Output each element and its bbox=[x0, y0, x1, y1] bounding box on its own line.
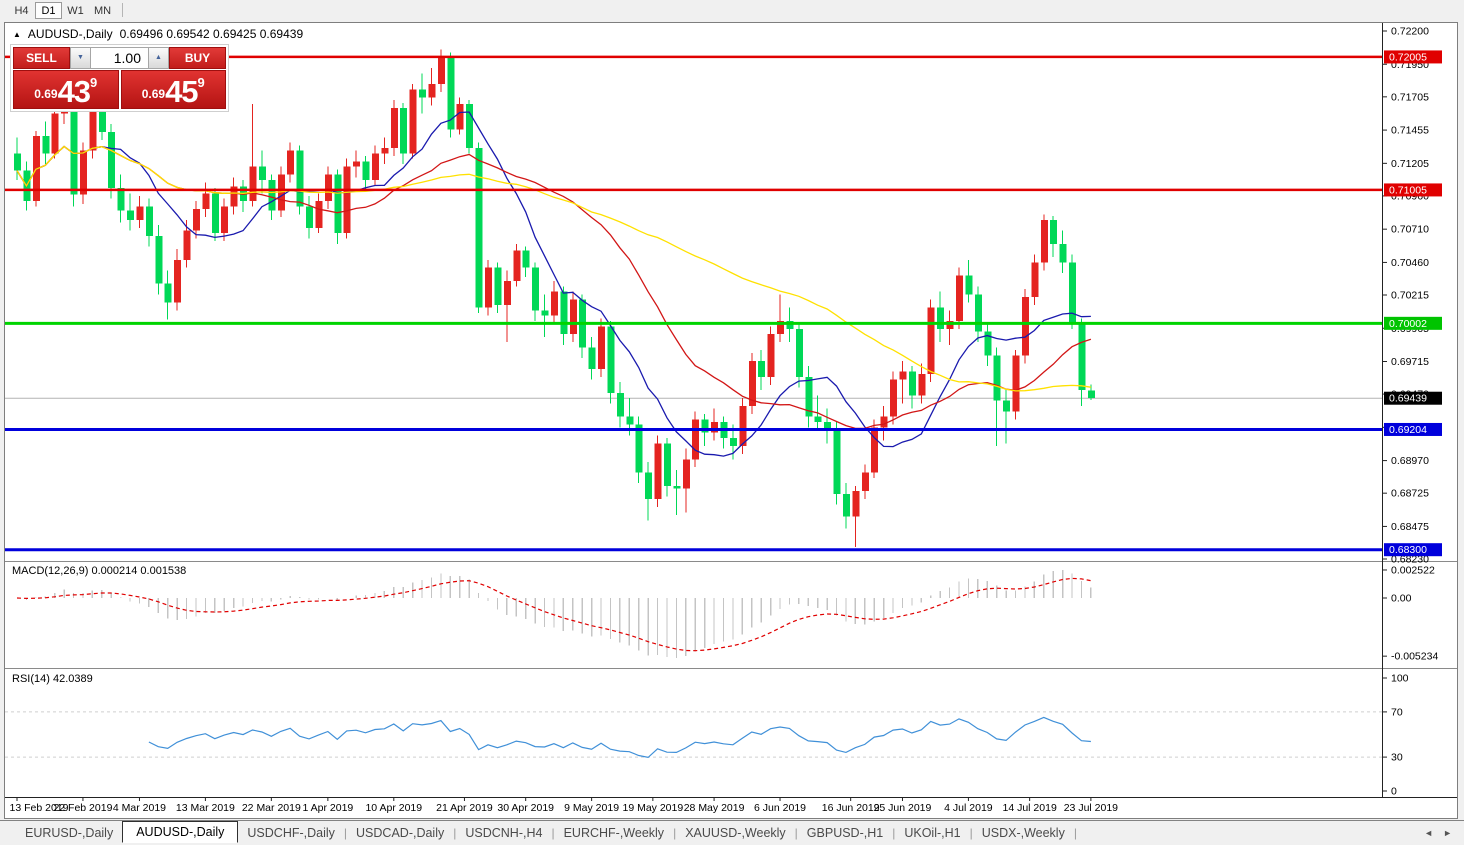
sell-price-button[interactable]: 0.69 43 9 bbox=[13, 70, 119, 109]
svg-text:25 Jun 2019: 25 Jun 2019 bbox=[874, 802, 932, 814]
svg-text:10 Apr 2019: 10 Apr 2019 bbox=[365, 802, 422, 814]
svg-text:0.68725: 0.68725 bbox=[1391, 488, 1429, 500]
buy-price-button[interactable]: 0.69 45 9 bbox=[121, 70, 227, 109]
sell-button[interactable]: SELL bbox=[13, 47, 70, 69]
chart-tab[interactable]: USDCAD-,Daily bbox=[347, 823, 453, 843]
rsi-indicator-label: RSI(14) 42.0389 bbox=[12, 673, 93, 685]
svg-text:30 Apr 2019: 30 Apr 2019 bbox=[497, 802, 554, 814]
sell-price-main: 43 bbox=[58, 78, 90, 105]
toolbar-separator bbox=[122, 3, 123, 17]
svg-text:22 Feb 2019: 22 Feb 2019 bbox=[53, 802, 112, 814]
chart-tab[interactable]: USDX-,Weekly bbox=[973, 823, 1074, 843]
svg-text:100: 100 bbox=[1391, 673, 1409, 685]
pane-dividers[interactable] bbox=[5, 23, 1457, 798]
svg-text:22 Mar 2019: 22 Mar 2019 bbox=[242, 802, 301, 814]
svg-text:0: 0 bbox=[1391, 786, 1397, 798]
chart-tab[interactable]: GBPUSD-,H1 bbox=[798, 823, 892, 843]
chart-tab[interactable]: UKOil-,H1 bbox=[895, 823, 969, 843]
svg-text:28 May 2019: 28 May 2019 bbox=[684, 802, 745, 814]
macd-histogram bbox=[17, 570, 1091, 658]
chart-tabs-bar: EURUSD-,DailyAUDUSD-,DailyUSDCHF-,Daily |… bbox=[0, 820, 1464, 845]
svg-text:0.69715: 0.69715 bbox=[1391, 356, 1429, 368]
svg-text:0.69439: 0.69439 bbox=[1389, 393, 1427, 405]
macd-indicator-label: MACD(12,26,9) 0.000214 0.001538 bbox=[12, 565, 186, 577]
svg-text:0.70215: 0.70215 bbox=[1391, 290, 1429, 302]
svg-text:0.68300: 0.68300 bbox=[1389, 544, 1427, 556]
price-axis[interactable]: 0.72200 0.71950 0.71705 0.71455 0.71205 … bbox=[1382, 26, 1429, 566]
svg-text:0.00: 0.00 bbox=[1391, 593, 1412, 605]
price-chart-canvas[interactable]: 0.72200 0.71950 0.71705 0.71455 0.71205 … bbox=[5, 23, 1457, 818]
volume-decrease-button[interactable]: ▼ bbox=[70, 47, 91, 69]
svg-text:0.68475: 0.68475 bbox=[1391, 521, 1429, 533]
timeframe-button-d1[interactable]: D1 bbox=[35, 2, 62, 19]
svg-text:0.71005: 0.71005 bbox=[1389, 184, 1427, 196]
rsi-line bbox=[149, 717, 1091, 757]
buy-price-main: 45 bbox=[165, 78, 197, 105]
tab-scroll-arrows: ◄ ► bbox=[1424, 828, 1452, 838]
svg-text:21 Apr 2019: 21 Apr 2019 bbox=[436, 802, 493, 814]
tab-separator: | bbox=[1074, 826, 1077, 840]
macd-signal-line bbox=[17, 578, 1091, 650]
buy-price-prefix: 0.69 bbox=[142, 87, 165, 101]
svg-text:70: 70 bbox=[1391, 706, 1403, 718]
svg-text:0.70460: 0.70460 bbox=[1391, 257, 1429, 269]
svg-text:14 Jul 2019: 14 Jul 2019 bbox=[1003, 802, 1057, 814]
sell-price-pip: 9 bbox=[90, 75, 97, 90]
svg-text:9 May 2019: 9 May 2019 bbox=[564, 802, 619, 814]
timeframe-button-w1[interactable]: W1 bbox=[62, 2, 89, 19]
timeframe-button-h4[interactable]: H4 bbox=[8, 2, 35, 19]
chart-symbol-row: ▲ AUDUSD-,Daily 0.69496 0.69542 0.69425 … bbox=[13, 27, 303, 41]
symbol-label: AUDUSD-,Daily bbox=[28, 27, 113, 41]
svg-text:-0.005234: -0.005234 bbox=[1391, 651, 1438, 663]
chart-tab[interactable]: USDCHF-,Daily bbox=[238, 823, 344, 843]
one-click-toggle-icon[interactable]: ▲ bbox=[13, 30, 21, 39]
macd-axis: 0.002522 0.00 -0.005234 bbox=[1382, 564, 1438, 662]
candles-layer[interactable] bbox=[14, 50, 1095, 547]
volume-input[interactable] bbox=[91, 47, 148, 69]
svg-text:30: 30 bbox=[1391, 752, 1403, 764]
tab-scroll-left-icon[interactable]: ◄ bbox=[1424, 828, 1433, 838]
svg-text:0.71205: 0.71205 bbox=[1391, 158, 1429, 170]
svg-text:4 Jul 2019: 4 Jul 2019 bbox=[944, 802, 993, 814]
svg-text:0.72005: 0.72005 bbox=[1389, 51, 1427, 63]
svg-text:13 Mar 2019: 13 Mar 2019 bbox=[176, 802, 235, 814]
svg-text:0.70002: 0.70002 bbox=[1389, 318, 1427, 330]
svg-text:0.72200: 0.72200 bbox=[1391, 26, 1429, 38]
timeframe-button-mn[interactable]: MN bbox=[89, 2, 116, 19]
chart-tabs: EURUSD-,DailyAUDUSD-,DailyUSDCHF-,Daily |… bbox=[0, 821, 1077, 845]
sell-price-prefix: 0.69 bbox=[34, 87, 57, 101]
svg-text:0.71705: 0.71705 bbox=[1391, 91, 1429, 103]
svg-text:0.68970: 0.68970 bbox=[1391, 455, 1429, 467]
svg-text:16 Jun 2019: 16 Jun 2019 bbox=[822, 802, 880, 814]
svg-text:19 May 2019: 19 May 2019 bbox=[622, 802, 683, 814]
svg-text:0.69204: 0.69204 bbox=[1389, 424, 1427, 436]
buy-button[interactable]: BUY bbox=[169, 47, 226, 69]
chart-tab[interactable]: EURCHF-,Weekly bbox=[555, 823, 673, 843]
one-click-trading-panel: SELL ▼ ▲ BUY 0.69 43 9 0.69 45 9 bbox=[10, 44, 229, 112]
rsi-axis: 100 70 30 0 bbox=[1382, 673, 1409, 798]
chart-tab[interactable]: USDCNH-,H4 bbox=[456, 823, 551, 843]
trading-terminal: H4 D1 W1 MN 0.72200 0.71950 0.71705 0.71… bbox=[0, 0, 1464, 845]
svg-text:1 Apr 2019: 1 Apr 2019 bbox=[302, 802, 353, 814]
svg-text:0.002522: 0.002522 bbox=[1391, 564, 1435, 576]
chart-tab[interactable]: XAUUSD-,Weekly bbox=[676, 823, 794, 843]
svg-text:0.71455: 0.71455 bbox=[1391, 125, 1429, 137]
chart-tab[interactable]: AUDUSD-,Daily bbox=[122, 821, 238, 843]
svg-text:23 Jul 2019: 23 Jul 2019 bbox=[1064, 802, 1118, 814]
tab-scroll-right-icon[interactable]: ► bbox=[1443, 828, 1452, 838]
date-axis[interactable]: 13 Feb 2019 22 Feb 2019 4 Mar 2019 13 Ma… bbox=[10, 797, 1119, 814]
timeframe-toolbar: H4 D1 W1 MN bbox=[0, 0, 1464, 20]
svg-text:0.70710: 0.70710 bbox=[1391, 224, 1429, 236]
chart-tab[interactable]: EURUSD-,Daily bbox=[16, 823, 122, 843]
svg-text:4 Mar 2019: 4 Mar 2019 bbox=[113, 802, 166, 814]
volume-increase-button[interactable]: ▲ bbox=[148, 47, 169, 69]
ohlc-values: 0.69496 0.69542 0.69425 0.69439 bbox=[120, 27, 304, 41]
buy-price-pip: 9 bbox=[198, 75, 205, 90]
chart-window: 0.72200 0.71950 0.71705 0.71455 0.71205 … bbox=[4, 22, 1458, 819]
svg-text:6 Jun 2019: 6 Jun 2019 bbox=[754, 802, 806, 814]
